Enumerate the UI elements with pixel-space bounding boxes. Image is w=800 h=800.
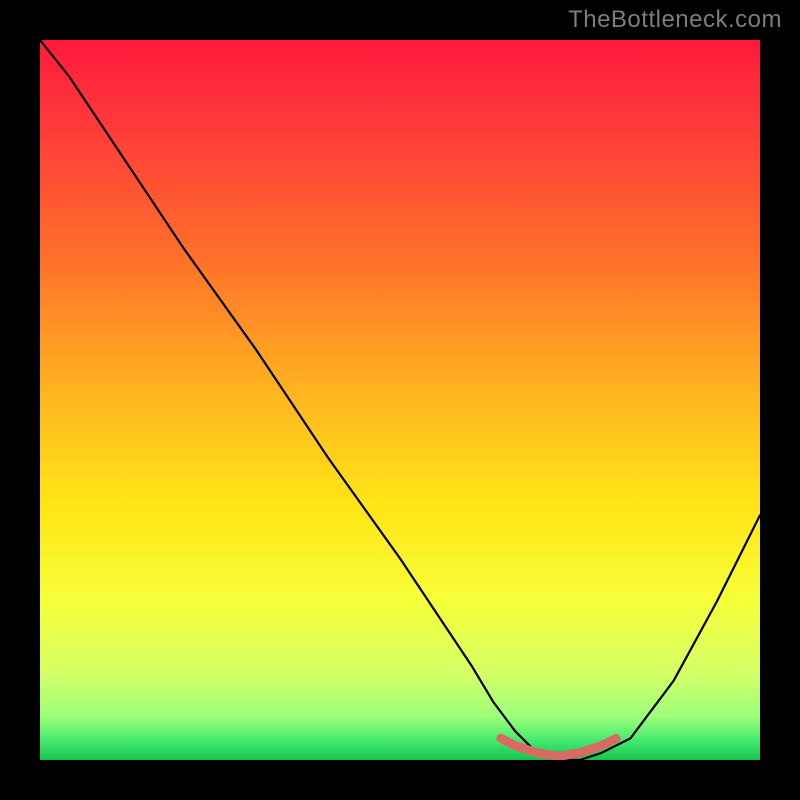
- curve-layer: [40, 40, 760, 760]
- chart-frame: TheBottleneck.com: [0, 0, 800, 800]
- bottleneck-curve: [40, 40, 760, 760]
- plot-area: [40, 40, 760, 760]
- watermark-text: TheBottleneck.com: [568, 6, 782, 34]
